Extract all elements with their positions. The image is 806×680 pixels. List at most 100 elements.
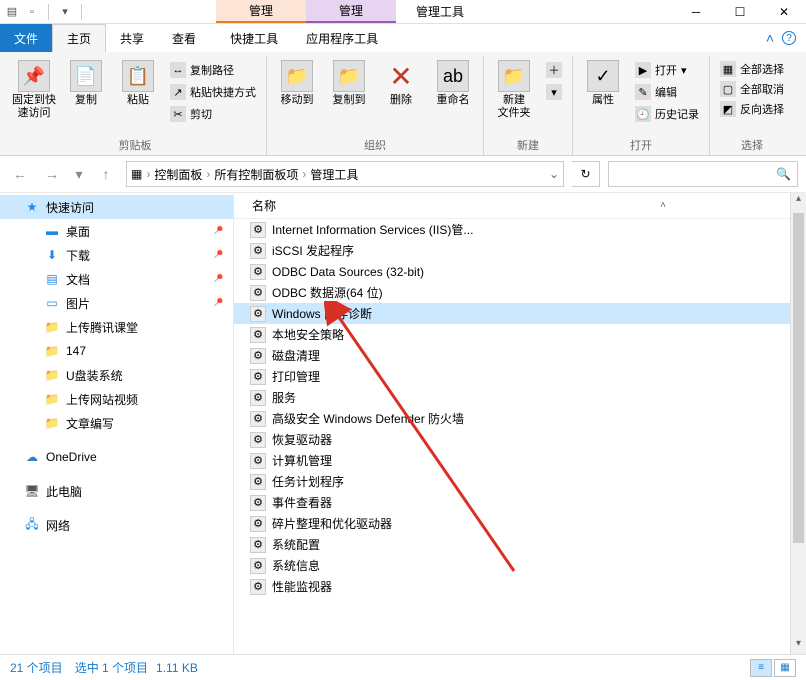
paste-shortcut-button[interactable]: ↗粘贴快捷方式 — [166, 82, 260, 102]
list-item[interactable]: ⚙高级安全 Windows Defender 防火墙 — [234, 408, 806, 429]
ribbon-tab-share[interactable]: 共享 — [106, 24, 158, 52]
breadcrumb-3[interactable]: 管理工具 — [310, 166, 358, 183]
ribbon-collapse-icon[interactable]: ˄ — [766, 30, 774, 46]
cut-button[interactable]: ✂剪切 — [166, 104, 260, 124]
minimize-button[interactable]: ─ — [674, 0, 718, 24]
history-icon: 🕘 — [635, 106, 651, 122]
close-button[interactable]: ✕ — [762, 0, 806, 24]
scroll-up-icon[interactable]: ▴ — [791, 193, 806, 209]
star-icon: ★ — [24, 199, 40, 215]
paste-icon: 📋 — [122, 60, 154, 92]
new-folder-button[interactable]: 📁 新建 文件夹 — [490, 56, 538, 135]
sidebar-desktop[interactable]: ▬桌面📍 — [0, 219, 233, 243]
rename-button[interactable]: ab 重命名 — [429, 56, 477, 135]
qa-new-icon[interactable]: ▫ — [24, 4, 40, 20]
select-none-button[interactable]: ▢全部取消 — [716, 80, 788, 98]
sidebar-downloads[interactable]: ⬇下载📍 — [0, 243, 233, 267]
icons-view-button[interactable]: ▦ — [774, 659, 796, 677]
sidebar-pictures[interactable]: ▭图片📍 — [0, 291, 233, 315]
shortcut-icon: ⚙ — [250, 390, 266, 406]
list-item[interactable]: ⚙恢复驱动器 — [234, 429, 806, 450]
select-none-icon: ▢ — [720, 81, 736, 97]
scroll-down-icon[interactable]: ▾ — [791, 638, 806, 654]
breadcrumb-root-icon: ▦ — [131, 167, 142, 181]
easy-access-button[interactable]: ▾ — [542, 82, 566, 102]
sidebar-documents[interactable]: ▤文档📍 — [0, 267, 233, 291]
list-item[interactable]: ⚙打印管理 — [234, 366, 806, 387]
move-to-icon: 📁 — [281, 60, 313, 92]
window-title: 管理工具 — [416, 3, 464, 20]
up-button[interactable]: ↑ — [94, 162, 118, 186]
recent-dropdown[interactable]: ▾ — [72, 162, 86, 186]
sidebar-network[interactable]: 🖧网络 — [0, 513, 233, 537]
ribbon-tab-shortcut-tools[interactable]: 快捷工具 — [216, 24, 292, 52]
sidebar-folder-4[interactable]: 📁上传网站视频 — [0, 387, 233, 411]
paste-button[interactable]: 📋 粘贴 — [114, 56, 162, 135]
documents-icon: ▤ — [44, 271, 60, 287]
delete-button[interactable]: ✕ 删除 — [377, 56, 425, 135]
ribbon-tab-view[interactable]: 查看 — [158, 24, 210, 52]
list-item[interactable]: ⚙Windows 内存诊断 — [234, 303, 806, 324]
sidebar[interactable]: ★快速访问 ▬桌面📍 ⬇下载📍 ▤文档📍 ▭图片📍 📁上传腾讯课堂 📁147 📁… — [0, 193, 234, 654]
open-button[interactable]: ▶打开 ▾ — [631, 60, 703, 80]
list-item[interactable]: ⚙计算机管理 — [234, 450, 806, 471]
forward-button[interactable]: → — [40, 162, 64, 186]
pin-quick-access-button[interactable]: 📌 固定到快 速访问 — [10, 56, 58, 135]
sidebar-this-pc[interactable]: 🖥此电脑 — [0, 479, 233, 503]
pin-icon: 📍 — [208, 295, 225, 312]
sidebar-folder-1[interactable]: 📁上传腾讯课堂 — [0, 315, 233, 339]
list-item[interactable]: ⚙性能监视器 — [234, 576, 806, 597]
sidebar-quick-access[interactable]: ★快速访问 — [0, 195, 233, 219]
scroll-thumb[interactable] — [793, 213, 804, 543]
copy-path-button[interactable]: ↔复制路径 — [166, 60, 260, 80]
list-item[interactable]: ⚙iSCSI 发起程序 — [234, 240, 806, 261]
move-to-button[interactable]: 📁 移动到 — [273, 56, 321, 135]
qa-dropdown-icon[interactable]: ▾ — [57, 4, 73, 20]
history-button[interactable]: 🕘历史记录 — [631, 104, 703, 124]
list-item[interactable]: ⚙本地安全策略 — [234, 324, 806, 345]
back-button[interactable]: ← — [8, 162, 32, 186]
shortcut-icon: ⚙ — [250, 579, 266, 595]
properties-button[interactable]: ✓ 属性 — [579, 56, 627, 135]
invert-selection-button[interactable]: ◩反向选择 — [716, 100, 788, 118]
list-item[interactable]: ⚙事件查看器 — [234, 492, 806, 513]
sidebar-folder-2[interactable]: 📁147 — [0, 339, 233, 363]
sidebar-folder-5[interactable]: 📁文章编写 — [0, 411, 233, 435]
list-item[interactable]: ⚙磁盘清理 — [234, 345, 806, 366]
edit-button[interactable]: ✎编辑 — [631, 82, 703, 102]
shortcut-icon: ⚙ — [250, 348, 266, 364]
system-menu-icon[interactable]: ▤ — [4, 4, 20, 20]
breadcrumb-2[interactable]: 所有控制面板项 — [214, 166, 298, 183]
sort-indicator-icon: ˄ — [660, 200, 666, 211]
ribbon-tab-home[interactable]: 主页 — [52, 24, 106, 52]
list-item[interactable]: ⚙碎片整理和优化驱动器 — [234, 513, 806, 534]
list-item[interactable]: ⚙Internet Information Services (IIS)管... — [234, 219, 806, 240]
select-all-button[interactable]: ▦全部选择 — [716, 60, 788, 78]
help-icon[interactable]: ? — [782, 31, 796, 45]
copy-button[interactable]: 📄 复制 — [62, 56, 110, 135]
list-item[interactable]: ⚙系统信息 — [234, 555, 806, 576]
maximize-button[interactable]: ☐ — [718, 0, 762, 24]
folder-icon: 📁 — [44, 391, 60, 407]
file-list[interactable]: ⚙Internet Information Services (IIS)管...… — [234, 219, 806, 655]
ribbon-tab-app-tools[interactable]: 应用程序工具 — [292, 24, 392, 52]
column-header-name[interactable]: 名称 ˄ — [234, 193, 806, 219]
sidebar-folder-3[interactable]: 📁U盘装系统 — [0, 363, 233, 387]
list-item[interactable]: ⚙系统配置 — [234, 534, 806, 555]
refresh-button[interactable]: ↻ — [572, 161, 600, 187]
address-bar[interactable]: ▦ › 控制面板 › 所有控制面板项 › 管理工具 ⌄ — [126, 161, 564, 187]
copy-to-button[interactable]: 📁 复制到 — [325, 56, 373, 135]
details-view-button[interactable]: ≡ — [750, 659, 772, 677]
search-box[interactable]: 🔍 — [608, 161, 798, 187]
address-dropdown-icon[interactable]: ⌄ — [549, 167, 559, 181]
breadcrumb-1[interactable]: 控制面板 — [154, 166, 202, 183]
list-item[interactable]: ⚙ODBC Data Sources (32-bit) — [234, 261, 806, 282]
vertical-scrollbar[interactable]: ▴ ▾ — [790, 193, 806, 654]
list-item[interactable]: ⚙ODBC 数据源(64 位) — [234, 282, 806, 303]
new-item-button[interactable]: ＋ — [542, 60, 566, 80]
sidebar-onedrive[interactable]: ☁OneDrive — [0, 445, 233, 469]
list-item[interactable]: ⚙任务计划程序 — [234, 471, 806, 492]
shortcut-icon: ⚙ — [250, 369, 266, 385]
ribbon-tab-file[interactable]: 文件 — [0, 24, 52, 52]
list-item[interactable]: ⚙服务 — [234, 387, 806, 408]
